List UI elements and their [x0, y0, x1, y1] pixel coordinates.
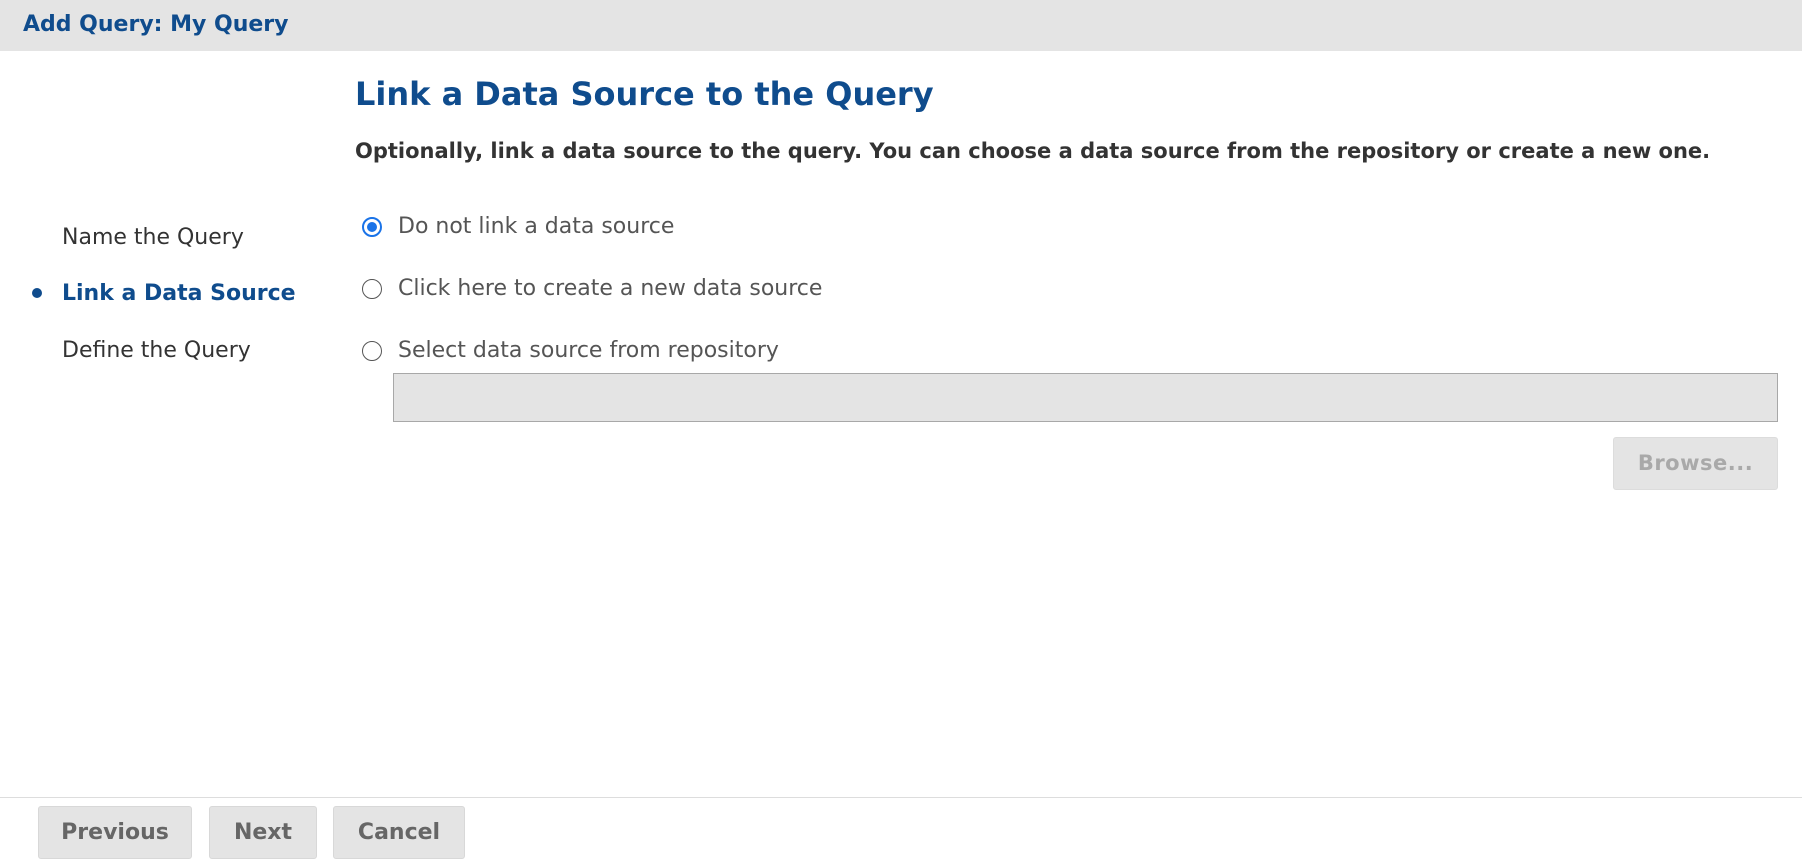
page-description: Optionally, link a data source to the qu… — [355, 139, 1711, 163]
radio-create-new-data-source[interactable] — [362, 279, 382, 299]
window-title: Add Query: My Query — [23, 12, 289, 37]
radio-select-from-repository[interactable] — [362, 341, 382, 361]
page-heading: Link a Data Source to the Query — [355, 75, 934, 113]
option-label-create-new-data-source[interactable]: Click here to create a new data source — [398, 275, 822, 303]
current-step-bullet-icon — [32, 288, 42, 298]
option-label-select-from-repository[interactable]: Select data source from repository — [398, 337, 779, 365]
title-bar: Add Query: My Query — [0, 0, 1802, 51]
add-query-dialog: Add Query: My Query Name the Query Link … — [0, 0, 1802, 864]
option-label-do-not-link[interactable]: Do not link a data source — [398, 213, 674, 241]
footer-divider — [0, 797, 1802, 798]
step-link-a-data-source[interactable]: Link a Data Source — [62, 280, 296, 308]
radio-do-not-link[interactable] — [362, 217, 382, 237]
browse-button: Browse... — [1613, 437, 1778, 490]
previous-button[interactable]: Previous — [38, 806, 192, 859]
step-define-the-query[interactable]: Define the Query — [62, 337, 251, 365]
next-button[interactable]: Next — [209, 806, 317, 859]
step-name-the-query[interactable]: Name the Query — [62, 224, 244, 252]
cancel-button[interactable]: Cancel — [333, 806, 465, 859]
repository-path-input — [393, 373, 1778, 422]
